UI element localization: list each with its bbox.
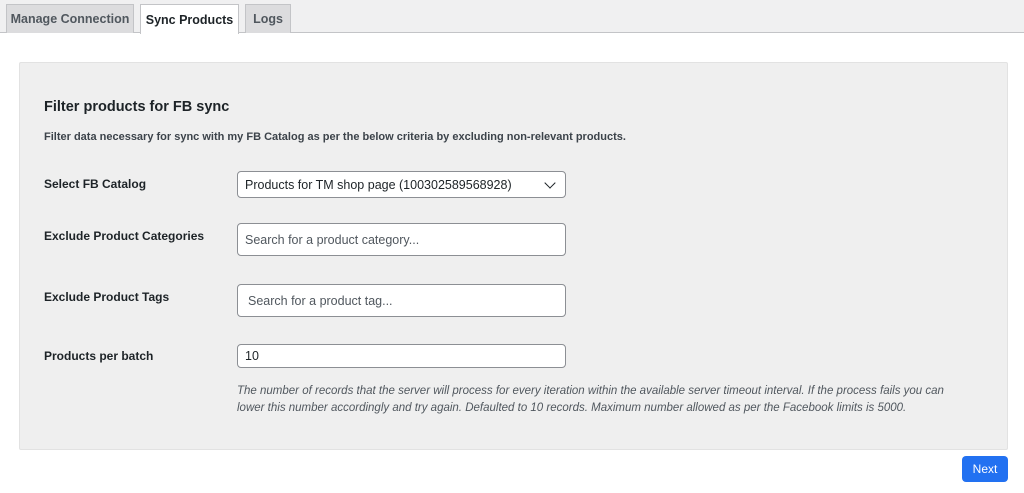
batch-label: Products per batch	[44, 349, 154, 363]
next-button[interactable]: Next	[962, 456, 1008, 482]
catalog-select[interactable]: Products for TM shop page (1003025895689…	[237, 171, 566, 198]
catalog-selected-value: Products for TM shop page (1003025895689…	[245, 177, 512, 192]
categories-search-input[interactable]	[237, 223, 566, 256]
tags-label: Exclude Product Tags	[44, 290, 170, 304]
filter-panel: Filter products for FB sync Filter data …	[19, 62, 1008, 450]
tab-sync-products[interactable]: Sync Products	[140, 4, 239, 34]
categories-label: Exclude Product Categories	[44, 229, 205, 243]
tab-manage-connection[interactable]: Manage Connection	[6, 4, 134, 33]
tab-bar: Manage Connection Sync Products Logs	[0, 0, 1024, 34]
panel-description: Filter data necessary for sync with my F…	[44, 131, 626, 143]
batch-size-input[interactable]	[237, 344, 566, 368]
catalog-label: Select FB Catalog	[44, 177, 147, 191]
panel-heading: Filter products for FB sync	[44, 99, 230, 115]
tags-search-input[interactable]	[237, 284, 566, 317]
chevron-down-icon	[544, 176, 556, 189]
batch-help-text: The number of records that the server wi…	[237, 385, 944, 414]
tab-logs[interactable]: Logs	[245, 4, 291, 33]
